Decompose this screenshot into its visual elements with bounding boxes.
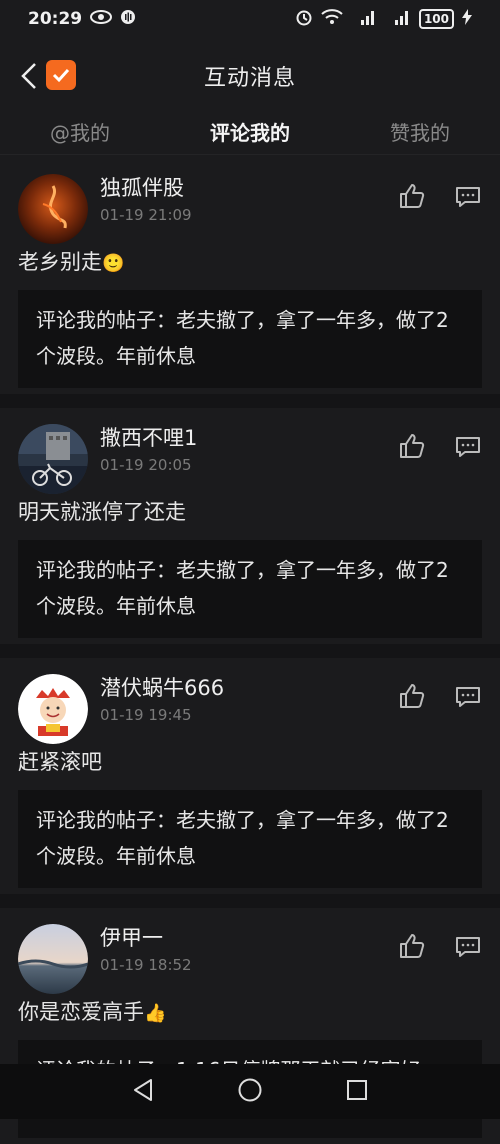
- chat-bubble-icon: [456, 187, 480, 207]
- thumbs-up-icon: [400, 934, 425, 958]
- username[interactable]: 撒西不哩1: [100, 422, 197, 452]
- like-button[interactable]: [398, 432, 426, 460]
- avatar[interactable]: [18, 174, 88, 244]
- like-button[interactable]: [398, 932, 426, 960]
- chat-bubble-icon: [456, 937, 480, 957]
- divider: [0, 894, 500, 908]
- smile-emoji-icon: 🙂: [102, 253, 125, 274]
- nav-home-button[interactable]: [237, 1077, 263, 1107]
- comment-card: 撒西不哩1 01-19 20:05 明天就涨停了还走 评论我的帖子：老夫撤了，拿…: [0, 408, 500, 644]
- wifi-icon: [321, 8, 343, 30]
- signal-4g-icon: [385, 9, 411, 30]
- status-bar: 20:29 100: [0, 0, 500, 38]
- comment-body: 老乡别走: [18, 250, 102, 274]
- thumbs-up-icon: [400, 434, 425, 458]
- chat-bubble-icon: [456, 437, 480, 457]
- tab-mentions[interactable]: @我的: [40, 111, 120, 152]
- thumbs-up-emoji-icon: 👍: [144, 1003, 167, 1024]
- tab-bar: @我的 评论我的 赞我的: [0, 108, 500, 155]
- comment-list: 独孤伴股 01-19 21:09 老乡别走🙂 评论我的帖子：老夫撤了，拿了一年多…: [0, 158, 500, 1144]
- chat-bubble-icon: [456, 687, 480, 707]
- nav-back-button[interactable]: [132, 1078, 154, 1106]
- quoted-post[interactable]: 评论我的帖子：老夫撤了，拿了一年多，做了2个波段。年前休息: [18, 540, 482, 638]
- comment-body: 赶紧滚吧: [18, 750, 102, 774]
- eye-icon: [90, 9, 113, 29]
- comment-time: 01-19 19:45: [100, 706, 192, 724]
- comment-text: 你是恋爱高手👍: [18, 996, 166, 1026]
- battery-indicator: 100: [418, 9, 454, 29]
- signal-5g-icon: [351, 9, 377, 30]
- comment-time: 01-19 21:09: [100, 206, 192, 224]
- status-time: 20:29: [28, 9, 83, 29]
- username[interactable]: 伊甲一: [100, 922, 163, 952]
- audio-icon: [120, 9, 136, 30]
- circle-home-icon: [238, 1078, 262, 1101]
- comment-card: 独孤伴股 01-19 21:09 老乡别走🙂 评论我的帖子：老夫撤了，拿了一年多…: [0, 158, 500, 394]
- nav-recents-button[interactable]: [346, 1079, 368, 1105]
- comment-time: 01-19 20:05: [100, 456, 192, 474]
- reply-button[interactable]: [455, 436, 483, 460]
- tab-comments[interactable]: 评论我的: [200, 111, 300, 152]
- username[interactable]: 潜伏蜗牛666: [100, 672, 224, 702]
- alarm-icon: [295, 8, 313, 31]
- triangle-back-icon: [133, 1078, 152, 1101]
- comment-text: 赶紧滚吧: [18, 746, 102, 776]
- avatar[interactable]: [18, 424, 88, 494]
- tab-likes[interactable]: 赞我的: [380, 111, 460, 152]
- username[interactable]: 独孤伴股: [100, 172, 184, 202]
- square-recents-icon: [347, 1079, 368, 1100]
- app-logo: [46, 60, 76, 90]
- like-button[interactable]: [398, 682, 426, 710]
- checkmark-icon: [52, 68, 70, 83]
- charging-icon: [462, 8, 472, 30]
- comment-body: 你是恋爱高手: [18, 1000, 144, 1024]
- avatar[interactable]: [18, 924, 88, 994]
- comment-time: 01-19 18:52: [100, 956, 192, 974]
- like-button[interactable]: [398, 182, 426, 210]
- reply-button[interactable]: [455, 686, 483, 710]
- quoted-post[interactable]: 评论我的帖子：老夫撤了，拿了一年多，做了2个波段。年前休息: [18, 290, 482, 388]
- back-button[interactable]: [18, 60, 40, 92]
- header: 互动消息: [0, 50, 500, 102]
- comment-text: 老乡别走🙂: [18, 246, 124, 276]
- reply-button[interactable]: [455, 936, 483, 960]
- system-nav-bar: [0, 1064, 500, 1119]
- comment-text: 明天就涨停了还走: [18, 496, 186, 526]
- comment-body: 明天就涨停了还走: [18, 500, 186, 524]
- thumbs-up-icon: [400, 184, 425, 208]
- divider: [0, 644, 500, 658]
- reply-button[interactable]: [455, 186, 483, 210]
- avatar[interactable]: [18, 674, 88, 744]
- quoted-post[interactable]: 评论我的帖子：老夫撤了，拿了一年多，做了2个波段。年前休息: [18, 790, 482, 888]
- page-title: 互动消息: [203, 66, 296, 91]
- divider: [0, 394, 500, 408]
- thumbs-up-icon: [400, 684, 425, 708]
- comment-card: 潜伏蜗牛666 01-19 19:45 赶紧滚吧 评论我的帖子：老夫撤了，拿了一…: [0, 658, 500, 894]
- chevron-left-icon: [21, 63, 36, 89]
